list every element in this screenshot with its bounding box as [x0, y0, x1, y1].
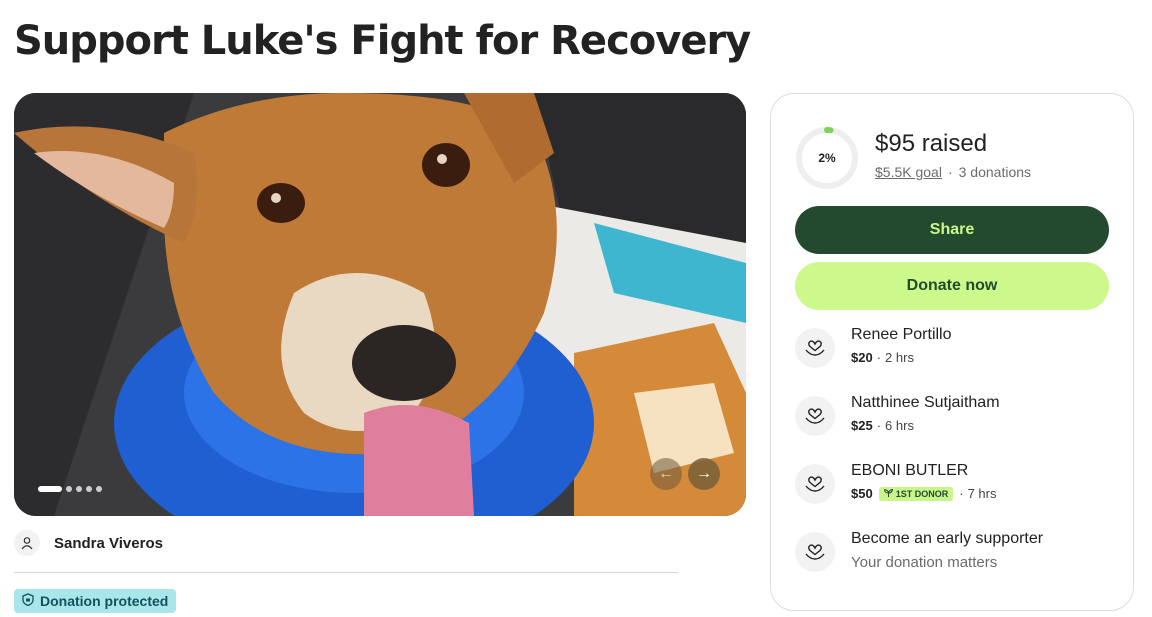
shield-icon: [22, 593, 34, 609]
donor-name: EBONI BUTLER: [851, 462, 969, 479]
carousel-dot[interactable]: [96, 486, 102, 492]
goal-link[interactable]: $5.5K goal: [875, 164, 942, 180]
heart-hand-icon: [795, 532, 835, 572]
donor-item: Renee Portillo $20 · 2 hrs: [795, 326, 1109, 374]
early-supporter-title: Become an early supporter: [851, 530, 1044, 547]
arrow-left-icon: ←: [658, 465, 674, 482]
donation-time: 2 hrs: [885, 350, 914, 365]
heart-hand-icon: [795, 328, 835, 368]
organizer[interactable]: Sandra Viveros: [14, 530, 163, 556]
donation-amount: $50: [851, 486, 873, 501]
share-button[interactable]: Share: [795, 206, 1109, 254]
first-donor-label: 1ST DONOR: [895, 488, 949, 499]
donor-meta: $50 1ST DONOR · 7 hrs: [851, 486, 997, 501]
organizer-name: Sandra Viveros: [54, 534, 163, 552]
first-donor-badge: 1ST DONOR: [878, 486, 954, 501]
divider: [14, 572, 678, 573]
person-icon: [14, 530, 40, 556]
donate-now-button[interactable]: Donate now: [795, 262, 1109, 310]
progress-ring: 2%: [795, 126, 859, 190]
next-slide-button[interactable]: →: [688, 458, 720, 490]
carousel-dot[interactable]: [86, 486, 92, 492]
donor-item: Natthinee Sutjaitham $25 · 6 hrs: [795, 394, 1109, 442]
donation-amount: $25: [851, 418, 873, 433]
donation-card: 2% $95 raised $5.5K goal · 3 donations Sha…: [770, 93, 1134, 611]
donation-protected-label: Donation protected: [40, 593, 169, 609]
donation-count[interactable]: 3 donations: [959, 164, 1031, 180]
campaign-photo-gallery[interactable]: ← →: [14, 93, 746, 516]
amount-raised: $95 raised: [875, 130, 988, 157]
sprout-icon: [883, 488, 893, 499]
donation-time: 7 hrs: [967, 486, 997, 501]
donor-name: Renee Portillo: [851, 326, 952, 343]
page-title: Support Luke's Fight for Recovery: [14, 18, 751, 64]
donor-meta: $25 · 6 hrs: [851, 418, 914, 433]
early-supporter-item[interactable]: Become an early supporter Your donation …: [795, 530, 1109, 578]
heart-hand-icon: [795, 464, 835, 504]
progress-percent: 2%: [818, 151, 836, 165]
carousel-indicators: [38, 486, 102, 492]
carousel-dot[interactable]: [38, 486, 62, 492]
donation-amount: $20: [851, 350, 873, 365]
arrow-right-icon: →: [696, 465, 712, 482]
donation-time: 6 hrs: [885, 418, 914, 433]
donor-meta: $20 · 2 hrs: [851, 350, 914, 365]
carousel-dot[interactable]: [76, 486, 82, 492]
previous-slide-button[interactable]: ←: [650, 458, 682, 490]
goal-line: $5.5K goal · 3 donations: [875, 164, 1032, 180]
donation-protected-badge[interactable]: Donation protected: [14, 589, 177, 613]
heart-hand-icon: [795, 396, 835, 436]
carousel-dot[interactable]: [66, 486, 72, 492]
early-supporter-subtitle: Your donation matters: [851, 554, 998, 571]
donor-item: EBONI BUTLER $50 1ST DONOR · 7 hrs: [795, 462, 1109, 510]
dog-photo: [14, 93, 746, 516]
donor-name: Natthinee Sutjaitham: [851, 394, 1000, 411]
